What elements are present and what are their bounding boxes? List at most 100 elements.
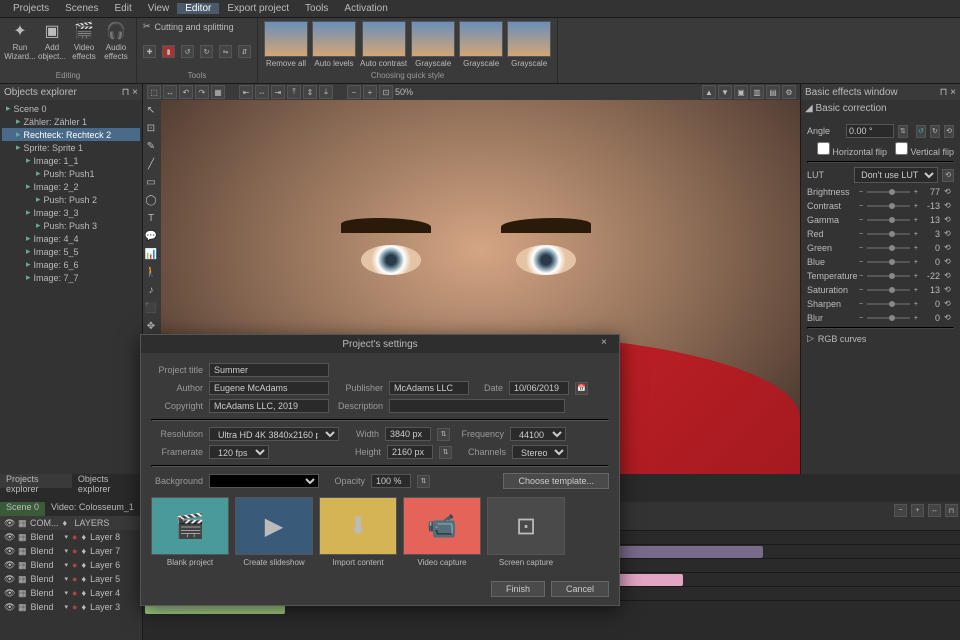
menu-scenes[interactable]: Scenes (57, 3, 106, 14)
vflip-checkbox[interactable] (895, 142, 908, 155)
add-object-button[interactable]: ▣Add object... (38, 21, 66, 61)
style-thumb-grayscale[interactable]: Grayscale (411, 21, 455, 68)
reset-icon[interactable]: ⟲ (944, 285, 954, 295)
audio-effects-button[interactable]: 🎧Audio effects (102, 21, 130, 61)
tl-zoom-in[interactable]: + (911, 504, 924, 517)
ct-align-b[interactable]: ⤓ (319, 85, 333, 99)
tool-split[interactable]: ▮ (162, 45, 175, 58)
ct-align-m[interactable]: ⇕ (303, 85, 317, 99)
style-thumb-grayscale[interactable]: Grayscale (459, 21, 503, 68)
st-move[interactable]: ✥ (143, 318, 159, 334)
height-input[interactable] (387, 445, 433, 459)
frequency-select[interactable]: 44100 Hz (510, 427, 566, 441)
basic-correction-header[interactable]: Basic correction (815, 103, 886, 114)
st-rect[interactable]: ▭ (143, 174, 159, 190)
rotate-cw-icon[interactable]: ↻ (930, 125, 940, 138)
menu-projects[interactable]: Projects (5, 3, 57, 14)
tree-item[interactable]: ▸ Push: Push 3 (2, 219, 140, 232)
tree-item[interactable]: ▸ Sprite: Sprite 1 (2, 141, 140, 154)
lut-reset-icon[interactable]: ⟲ (942, 169, 954, 182)
tree-item[interactable]: ▸ Image: 5_5 (2, 245, 140, 258)
tree-item[interactable]: ▸ Image: 3_3 (2, 206, 140, 219)
close-icon[interactable]: × (132, 87, 138, 98)
run-wizard-button[interactable]: ✦Run Wizard... (6, 21, 34, 61)
dialog-titlebar[interactable]: Project's settings× (141, 335, 619, 353)
zoom-level[interactable]: 50% (395, 87, 413, 97)
brightness-slider[interactable] (867, 191, 910, 193)
copyright-input[interactable] (209, 399, 329, 413)
height-spinner[interactable]: ⇅ (439, 446, 452, 459)
layer-row[interactable]: 👁▦Blend▾●♦Layer 7 (0, 544, 142, 558)
date-input[interactable] (509, 381, 569, 395)
st-chart[interactable]: 📊 (143, 246, 159, 262)
framerate-select[interactable]: 120 fps (209, 445, 269, 459)
layer-row[interactable]: 👁▦Blend▾●♦Layer 6 (0, 558, 142, 572)
template-blank-project[interactable]: 🎬Blank project (151, 497, 229, 567)
ct-layout3[interactable]: ▤ (766, 85, 780, 99)
project-title-input[interactable] (209, 363, 329, 377)
resolution-select[interactable]: Ultra HD 4K 3840x2160 pixels (16 (209, 427, 339, 441)
reset-icon[interactable]: ⟲ (944, 313, 954, 323)
tool-flip-h[interactable]: ⇋ (219, 45, 232, 58)
tree-item[interactable]: ▸ Rechteck: Rechteck 2 (2, 128, 140, 141)
sharpen-slider[interactable] (867, 303, 910, 305)
layer-row[interactable]: 👁▦Blend▾●♦Layer 3 (0, 600, 142, 614)
tree-item[interactable]: ▸ Zähler: Zähler 1 (2, 115, 140, 128)
layer-row[interactable]: 👁▦Blend▾●♦Layer 5 (0, 572, 142, 586)
menu-export-project[interactable]: Export project (219, 3, 297, 14)
object-tree[interactable]: ▸ Scene 0▸ Zähler: Zähler 1▸ Rechteck: R… (0, 100, 142, 286)
st-text[interactable]: T (143, 210, 159, 226)
opacity-spinner[interactable]: ⇅ (417, 475, 430, 488)
ct-layout2[interactable]: ▥ (750, 85, 764, 99)
st-crop[interactable]: ⊡ (143, 120, 159, 136)
style-thumb-grayscale[interactable]: Grayscale (507, 21, 551, 68)
blur-slider[interactable] (867, 317, 910, 319)
choose-template-button[interactable]: Choose template... (503, 473, 609, 489)
hflip-checkbox[interactable] (817, 142, 830, 155)
tree-item[interactable]: ▸ Image: 6_6 (2, 258, 140, 271)
tl-fit[interactable]: ↔ (928, 504, 941, 517)
reset-angle-icon[interactable]: ⟲ (944, 125, 954, 138)
menu-editor[interactable]: Editor (177, 3, 219, 14)
pin-icon[interactable]: ⊓ (122, 87, 130, 98)
st-brush[interactable]: ✎ (143, 138, 159, 154)
tree-item[interactable]: ▸ Push: Push1 (2, 167, 140, 180)
reset-icon[interactable]: ⟲ (944, 187, 954, 197)
green-slider[interactable] (867, 247, 910, 249)
ct-redo[interactable]: ↷ (195, 85, 209, 99)
st-person[interactable]: 🚶 (143, 264, 159, 280)
menu-activation[interactable]: Activation (336, 3, 395, 14)
channels-select[interactable]: Stereo (512, 445, 568, 459)
tree-item[interactable]: ▸ Scene 0 (2, 102, 140, 115)
video-tab[interactable]: Video: Colosseum_1 (45, 502, 140, 516)
ct-align-l[interactable]: ⇤ (239, 85, 253, 99)
background-select[interactable] (209, 474, 319, 488)
template-video-capture[interactable]: 📹Video capture (403, 497, 481, 567)
tree-item[interactable]: ▸ Image: 2_2 (2, 180, 140, 193)
menu-view[interactable]: View (140, 3, 178, 14)
ct-layout1[interactable]: ▣ (734, 85, 748, 99)
tool-rotate-ccw[interactable]: ↺ (181, 45, 194, 58)
st-audio[interactable]: ♪ (143, 282, 159, 298)
reset-icon[interactable]: ⟲ (944, 257, 954, 267)
description-input[interactable] (389, 399, 565, 413)
close-icon[interactable]: × (950, 87, 956, 98)
style-thumb-auto-levels[interactable]: Auto levels (312, 21, 356, 68)
ct-select[interactable]: ⬚ (147, 85, 161, 99)
angle-input[interactable] (846, 124, 894, 138)
tl-magnet[interactable]: ⊓ (945, 504, 958, 517)
reset-icon[interactable]: ⟲ (944, 299, 954, 309)
gamma-slider[interactable] (867, 219, 910, 221)
tl-zoom-out[interactable]: − (894, 504, 907, 517)
tool-flip-v[interactable]: ⇵ (238, 45, 251, 58)
layer-row[interactable]: 👁▦Blend▾●♦Layer 4 (0, 586, 142, 600)
reset-icon[interactable]: ⟲ (944, 201, 954, 211)
temperature-slider[interactable] (867, 275, 910, 277)
ct-zoom-fit[interactable]: ⊡ (379, 85, 393, 99)
st-line[interactable]: ╱ (143, 156, 159, 172)
st-ellipse[interactable]: ◯ (143, 192, 159, 208)
cancel-button[interactable]: Cancel (551, 581, 609, 597)
rotate-ccw-icon[interactable]: ↺ (916, 125, 926, 138)
tree-item[interactable]: ▸ Push: Push 2 (2, 193, 140, 206)
width-spinner[interactable]: ⇅ (437, 428, 450, 441)
